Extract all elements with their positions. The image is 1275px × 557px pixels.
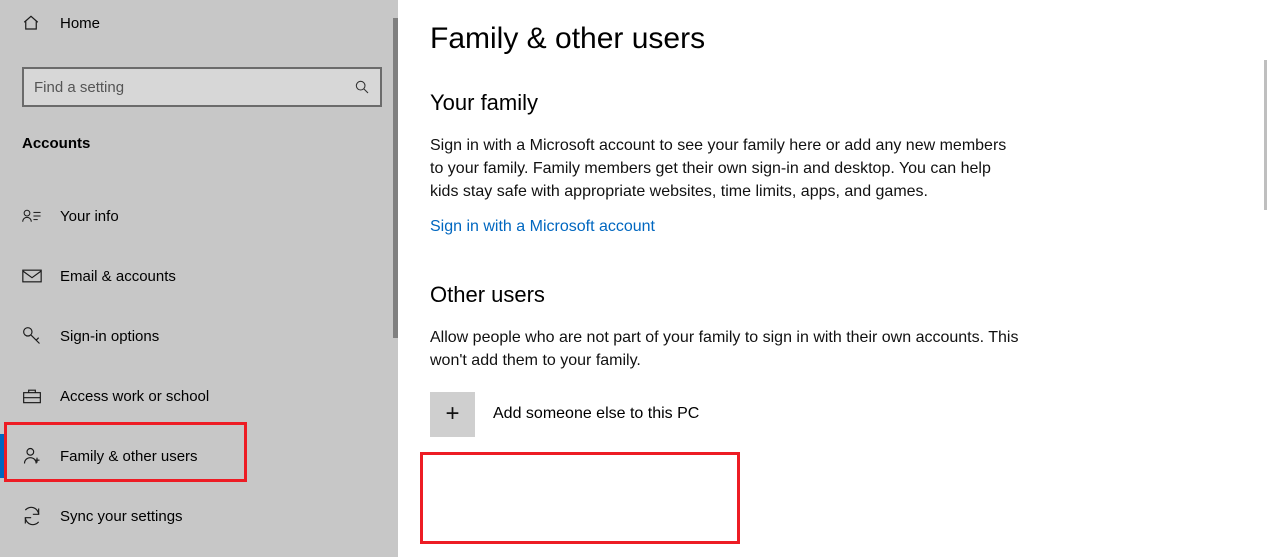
add-someone-button[interactable]: + Add someone else to this PC bbox=[430, 392, 735, 437]
sidebar-item-your-info[interactable]: Your info bbox=[22, 186, 376, 246]
sidebar-item-family-other-users[interactable]: Family & other users bbox=[22, 426, 376, 486]
sidebar-item-label: Email & accounts bbox=[60, 268, 176, 285]
sidebar-item-email-accounts[interactable]: Email & accounts bbox=[22, 246, 376, 306]
annotation-highlight-add-user bbox=[420, 452, 740, 544]
page-title: Family & other users bbox=[430, 22, 1275, 56]
home-label: Home bbox=[60, 15, 100, 32]
other-users-body: Allow people who are not part of your fa… bbox=[430, 326, 1020, 372]
signin-microsoft-link[interactable]: Sign in with a Microsoft account bbox=[430, 218, 655, 236]
sidebar-item-label: Sign-in options bbox=[60, 328, 159, 345]
family-icon bbox=[22, 446, 60, 466]
your-info-icon bbox=[22, 208, 60, 224]
add-someone-label: Add someone else to this PC bbox=[493, 405, 699, 423]
sidebar-item-label: Sync your settings bbox=[60, 508, 183, 525]
main-scrollbar[interactable] bbox=[1264, 60, 1267, 210]
sidebar-item-label: Family & other users bbox=[60, 448, 198, 465]
sidebar-nav-list: Your info Email & accounts bbox=[22, 186, 376, 546]
home-icon bbox=[22, 14, 60, 32]
sidebar-item-label: Your info bbox=[60, 208, 119, 225]
other-users-heading: Other users bbox=[430, 282, 1275, 308]
your-family-heading: Your family bbox=[430, 90, 1275, 116]
search-icon bbox=[354, 79, 370, 95]
sidebar-section-title: Accounts bbox=[22, 135, 376, 152]
search-input[interactable] bbox=[34, 69, 354, 105]
email-icon bbox=[22, 269, 60, 283]
sidebar-item-signin-options[interactable]: Sign-in options bbox=[22, 306, 376, 366]
your-family-body: Sign in with a Microsoft account to see … bbox=[430, 134, 1020, 204]
search-input-container[interactable] bbox=[22, 67, 382, 107]
plus-icon: + bbox=[430, 392, 475, 437]
main-content: Family & other users Your family Sign in… bbox=[398, 0, 1275, 557]
sidebar-item-sync-settings[interactable]: Sync your settings bbox=[22, 486, 376, 546]
sync-icon bbox=[22, 506, 60, 526]
key-icon bbox=[22, 326, 60, 346]
home-nav[interactable]: Home bbox=[22, 3, 376, 43]
sidebar-item-work-school[interactable]: Access work or school bbox=[22, 366, 376, 426]
briefcase-icon bbox=[22, 387, 60, 405]
sidebar-item-label: Access work or school bbox=[60, 388, 209, 405]
settings-sidebar: Home Accounts bbox=[0, 0, 398, 557]
